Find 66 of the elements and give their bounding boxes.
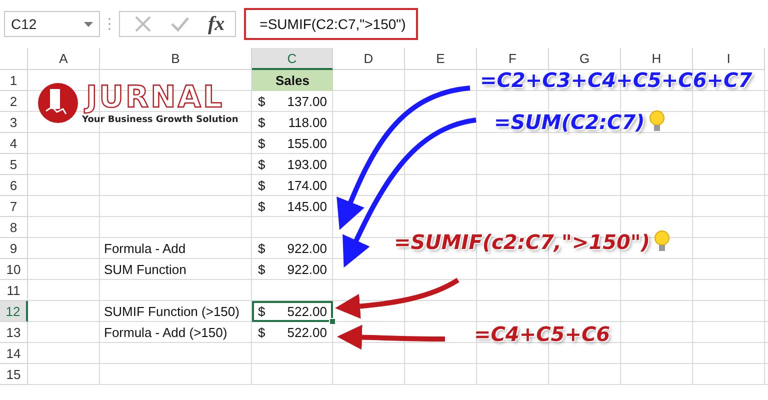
label-cell-text: SUM Function	[103, 261, 188, 279]
amount: 155.00	[287, 136, 327, 151]
row-header[interactable]: 13	[0, 322, 28, 343]
dropdown-caret-icon[interactable]	[84, 22, 93, 26]
row-header[interactable]: 14	[0, 343, 28, 364]
cell-reference: C12	[11, 16, 37, 32]
column-header[interactable]: H	[621, 48, 693, 70]
amount: 522.00	[287, 304, 327, 319]
amount: 118.00	[288, 115, 327, 130]
name-box[interactable]: C12	[4, 11, 100, 37]
row-header[interactable]: 11	[0, 280, 28, 301]
formula-annotation: =C4+C5+C6	[474, 322, 610, 346]
column-header[interactable]: F	[477, 48, 549, 70]
amount: 922.00	[287, 262, 327, 277]
column-header[interactable]: E	[405, 48, 477, 70]
label-cell-text: SUMIF Function (>150)	[103, 303, 240, 321]
amount: 922.00	[287, 241, 327, 256]
row-header[interactable]: 1	[0, 70, 28, 91]
row-header[interactable]: 10	[0, 259, 28, 280]
row-header[interactable]: 9	[0, 238, 28, 259]
row-header[interactable]: 12	[0, 301, 28, 322]
row-header[interactable]: 3	[0, 112, 28, 133]
row-header[interactable]: 8	[0, 217, 28, 238]
cancel-icon[interactable]	[134, 15, 152, 33]
column-header[interactable]: C	[252, 48, 333, 70]
row-header[interactable]: 7	[0, 196, 28, 217]
currency-symbol: $	[258, 325, 266, 340]
amount: 174.00	[287, 178, 327, 193]
currency-symbol: $	[258, 262, 266, 277]
column-header[interactable]: G	[549, 48, 621, 70]
currency-symbol: $	[258, 199, 266, 214]
column-header[interactable]: D	[333, 48, 405, 70]
drag-handle-icon	[108, 17, 111, 31]
label-cell-text: Formula - Add	[103, 240, 187, 258]
column-header[interactable]: B	[100, 48, 252, 70]
label-cell-text: Formula - Add (>150)	[103, 324, 228, 342]
amount: 137.00	[287, 94, 327, 109]
insert-function-button[interactable]: fx	[208, 12, 225, 36]
selected-cell[interactable]: $ 522.00	[252, 301, 333, 322]
currency-symbol: $	[258, 115, 266, 130]
row-header[interactable]: 2	[0, 91, 28, 112]
column-title-cell: Sales	[252, 70, 333, 91]
currency-symbol: $	[258, 157, 266, 172]
row-header[interactable]: 15	[0, 364, 28, 385]
amount: 522.00	[287, 325, 327, 340]
currency-symbol: $	[258, 304, 266, 319]
row-header[interactable]: 6	[0, 175, 28, 196]
row-header[interactable]: 5	[0, 154, 28, 175]
amount: 193.00	[287, 157, 327, 172]
formula-bar[interactable]: =SUMIF(C2:C7,">150")	[244, 8, 418, 40]
currency-symbol: $	[258, 136, 266, 151]
formula-text: =SUMIF(C2:C7,">150")	[260, 16, 406, 32]
logo-wordmark: JURNAL	[86, 83, 224, 113]
formula-annotation: =SUM(C2:C7)	[494, 110, 645, 134]
checkmark-icon[interactable]	[170, 16, 190, 32]
currency-symbol: $	[258, 241, 266, 256]
amount: 145.00	[287, 199, 327, 214]
currency-symbol: $	[258, 94, 266, 109]
logo-tagline: Your Business Growth Solution	[82, 115, 238, 125]
column-header[interactable]: I	[693, 48, 765, 70]
currency-symbol: $	[258, 178, 266, 193]
formula-annotation: =SUMIF(c2:C7,">150")	[394, 230, 650, 254]
column-header[interactable]: A	[28, 48, 100, 70]
formula-annotation: =C2+C3+C4+C5+C6+C7	[480, 68, 752, 92]
row-header[interactable]: 4	[0, 133, 28, 154]
logo-emblem-icon	[36, 81, 80, 125]
